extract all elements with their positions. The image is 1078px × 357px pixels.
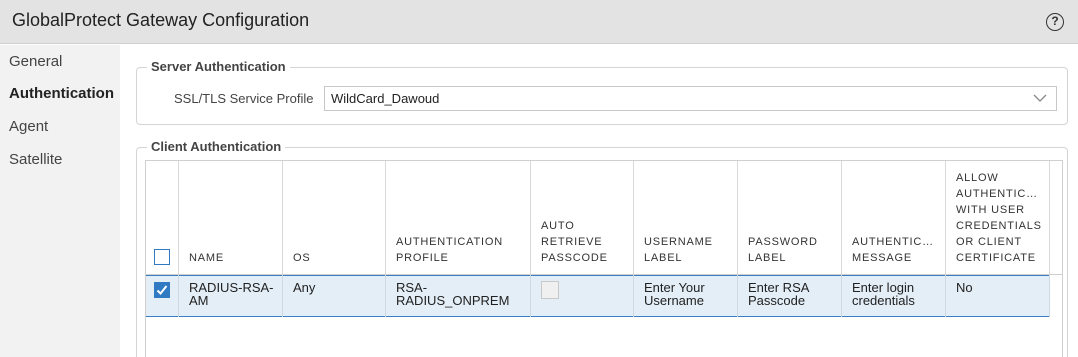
header-scroll-gutter [1050,161,1062,275]
header-allow-authentication[interactable]: ALLOW AUTHENTIC… WITH USER CREDENTIALS O… [946,161,1050,275]
header-authentication-message[interactable]: AUTHENTIC… MESSAGE [842,161,946,275]
header-os[interactable]: OS [283,161,386,275]
sidebar-item-general[interactable]: General [9,53,62,70]
cell-username-label[interactable]: Enter Your Username [634,275,738,317]
header-username-label[interactable]: USERNAME LABEL [634,161,738,275]
client-authentication-table: NAME OS AUTHENTICATION PROFILE AUTO RETR… [145,160,1063,357]
cell-password-label[interactable]: Enter RSA Passcode [738,275,842,317]
client-authentication-legend: Client Authentication [147,139,286,154]
server-authentication-legend: Server Authentication [147,59,290,74]
row-select-cell [146,275,179,317]
sidebar-item-agent[interactable]: Agent [9,118,48,135]
header-authentication-profile[interactable]: AUTHENTICATION PROFILE [386,161,531,275]
cell-os[interactable]: Any [283,275,386,317]
ssl-tls-profile-label: SSL/TLS Service Profile [174,91,314,106]
sidebar-item-authentication[interactable]: Authentication [9,85,114,102]
ssl-tls-profile-value: WildCard_Dawoud [331,91,440,106]
help-icon[interactable]: ? [1046,13,1064,31]
cell-authentication-profile[interactable]: RSA- RADIUS_ONPREM [386,275,531,317]
select-all-checkbox[interactable] [154,249,170,265]
sidebar: General Authentication Agent Satellite [0,45,120,357]
header-password-label[interactable]: PASSWORD LABEL [738,161,842,275]
sidebar-item-satellite[interactable]: Satellite [9,151,62,168]
checkmark-icon [156,285,168,295]
header-name[interactable]: NAME [179,161,283,275]
chevron-down-icon [1033,94,1047,102]
title-bar: GlobalProtect Gateway Configuration ? [0,0,1078,44]
cell-name[interactable]: RADIUS-RSA- AM [179,275,283,317]
cell-authentication-message[interactable]: Enter login credentials [842,275,946,317]
dialog-title: GlobalProtect Gateway Configuration [12,10,310,30]
row-checkbox[interactable] [154,282,170,298]
header-auto-retrieve-passcode[interactable]: AUTO RETRIEVE PASSCODE [531,161,634,275]
cell-allow-authentication[interactable]: No [946,275,1050,317]
auto-retrieve-checkbox [541,281,559,299]
ssl-tls-profile-select[interactable]: WildCard_Dawoud [324,86,1057,111]
header-select-all [146,161,179,275]
cell-auto-retrieve-passcode [531,275,634,317]
